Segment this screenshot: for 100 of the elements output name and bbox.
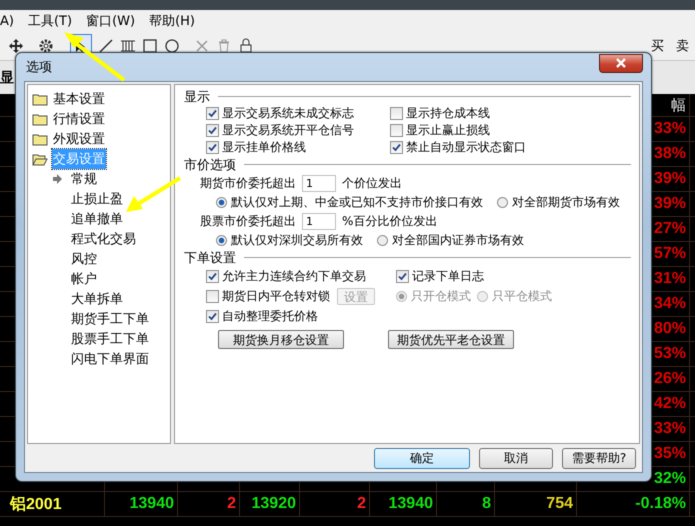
menu-item[interactable]: 工具(T) xyxy=(28,12,72,30)
table-cell: 35% xyxy=(654,445,686,463)
circle-icon[interactable] xyxy=(164,38,180,54)
table-cell: 13940 xyxy=(130,495,174,513)
rectangle-icon[interactable] xyxy=(142,38,158,54)
table-cell: 2 xyxy=(357,495,366,513)
field-suffix: 个价位发出 xyxy=(342,174,402,192)
tree-item[interactable]: 股票手工下单 xyxy=(71,330,149,348)
checkbox-label: 显示止赢止损线 xyxy=(406,122,490,139)
tree-item[interactable]: 程式化交易 xyxy=(71,230,136,248)
checkbox-label: 显示交易系统开平仓信号 xyxy=(222,122,354,139)
dialog-button[interactable]: 确定 xyxy=(374,448,470,468)
menu-item[interactable]: 帮助(H) xyxy=(149,12,195,30)
tree-item[interactable]: 大单拆单 xyxy=(71,290,123,308)
tree-item[interactable]: 外观设置 xyxy=(52,129,106,149)
settings-button[interactable]: 期货换月移仓设置 xyxy=(218,330,344,349)
menu-item[interactable]: 窗口(W) xyxy=(86,12,136,30)
window-title: 选项 xyxy=(25,59,52,76)
field-label: 股票市价委托超出 xyxy=(200,212,296,230)
table-cell: 31% xyxy=(654,270,686,288)
table-cell: 57% xyxy=(654,245,686,263)
tree-item[interactable]: 期货手工下单 xyxy=(71,310,149,328)
tree-item[interactable]: 基本设置 xyxy=(52,89,106,109)
tree-item[interactable]: 行情设置 xyxy=(52,109,106,129)
table-cell: 39% xyxy=(654,170,686,188)
tree-item[interactable]: 止损止盈 xyxy=(71,190,123,208)
tree-item[interactable]: 常规 xyxy=(71,170,97,188)
checkbox[interactable] xyxy=(206,107,219,120)
checkbox[interactable] xyxy=(206,270,219,282)
settings-button[interactable]: 期货优先平老仓设置 xyxy=(388,330,514,349)
section-title: 显示 xyxy=(184,88,210,106)
grid-icon[interactable] xyxy=(120,38,136,54)
radio-label: 对全部期货市场有效 xyxy=(512,194,620,210)
table-cell: 42% xyxy=(654,395,686,413)
table-cell: 32% xyxy=(654,470,686,488)
section-title: 下单设置 xyxy=(184,250,236,266)
checkbox[interactable] xyxy=(390,107,403,120)
checkbox[interactable] xyxy=(206,124,219,137)
table-cell-text: 铝2001 xyxy=(10,494,62,514)
table-cell: 38% xyxy=(654,145,686,163)
table-cell: 26% xyxy=(654,370,686,388)
checkbox-label: 期货日内平仓转对锁 xyxy=(222,288,330,304)
toolbar-button[interactable]: 买 xyxy=(651,37,664,55)
table-cell: 39% xyxy=(654,195,686,213)
close-button[interactable] xyxy=(599,54,643,72)
checkbox[interactable] xyxy=(206,141,219,154)
tree-item[interactable]: 帐户 xyxy=(71,270,97,288)
table-cell: 34% xyxy=(654,295,686,313)
checkbox[interactable] xyxy=(390,141,403,154)
checkbox-label: 自动整理委托价格 xyxy=(222,308,318,324)
checkbox[interactable] xyxy=(396,270,409,282)
checkbox-label: 显示交易系统未成交标志 xyxy=(222,105,354,122)
trash-icon[interactable] xyxy=(216,38,232,54)
radio-button[interactable] xyxy=(216,196,227,208)
checkbox[interactable] xyxy=(206,310,219,322)
dialog-button[interactable]: 取消 xyxy=(479,448,553,468)
table-cell: 13940 xyxy=(388,495,433,513)
table-cell: 13920 xyxy=(252,495,296,513)
pointer-arrow xyxy=(64,32,126,82)
radio-button[interactable] xyxy=(377,234,388,246)
checkbox[interactable] xyxy=(390,124,403,137)
tree-item[interactable]: 追单撤单 xyxy=(71,210,123,228)
radio-button[interactable] xyxy=(216,234,227,246)
close-icon xyxy=(615,58,627,68)
checkbox-label: 记录下单日志 xyxy=(412,268,484,284)
pointer-arrow xyxy=(126,176,182,212)
checkbox-label: 禁止自动显示状态窗口 xyxy=(406,139,526,156)
toolbar-button[interactable]: 卖 xyxy=(676,37,689,55)
dialog-button[interactable]: 需要帮助? xyxy=(562,448,636,468)
radio-button[interactable] xyxy=(497,196,508,208)
radio-label: 只开仓模式 xyxy=(411,288,471,304)
checkbox-label: 允许主力连续合约下单交易 xyxy=(222,268,366,284)
input-field[interactable]: 1 xyxy=(302,174,336,192)
field-suffix: %百分比价位发出 xyxy=(342,212,438,230)
lock-icon[interactable] xyxy=(238,38,254,54)
checkbox[interactable] xyxy=(206,290,219,302)
radio-label: 默认仅对深圳交易所有效 xyxy=(231,232,363,248)
table-cell: 8 xyxy=(482,495,491,513)
radio-label: 只平仓模式 xyxy=(492,288,552,304)
tree-item[interactable]: 闪电下单界面 xyxy=(71,350,149,368)
table-cell: 2 xyxy=(227,495,236,513)
checkbox-label: 显示挂单价格线 xyxy=(222,139,306,156)
table-cell: -0.18% xyxy=(635,495,686,513)
column-header: 幅 xyxy=(671,96,686,114)
move-icon[interactable] xyxy=(8,38,24,54)
table-cell: 80% xyxy=(654,320,686,338)
checkbox-label: 显示持仓成本线 xyxy=(406,105,490,122)
table-cell: 53% xyxy=(654,345,686,363)
menu-item[interactable]: A) xyxy=(0,14,14,28)
input-field[interactable]: 1 xyxy=(302,212,336,230)
gear-icon[interactable] xyxy=(38,38,54,54)
table-cell: 33% xyxy=(654,420,686,438)
section-title: 市价选项 xyxy=(184,156,236,174)
tree-item[interactable]: 风控 xyxy=(71,250,97,268)
field-label: 期货市价委托超出 xyxy=(200,174,296,192)
delete-icon[interactable] xyxy=(194,38,210,54)
line-icon[interactable] xyxy=(98,38,114,54)
table-cell: 754 xyxy=(546,495,573,513)
table-cell: 27% xyxy=(654,220,686,238)
panel-caption: 显 xyxy=(0,68,14,86)
